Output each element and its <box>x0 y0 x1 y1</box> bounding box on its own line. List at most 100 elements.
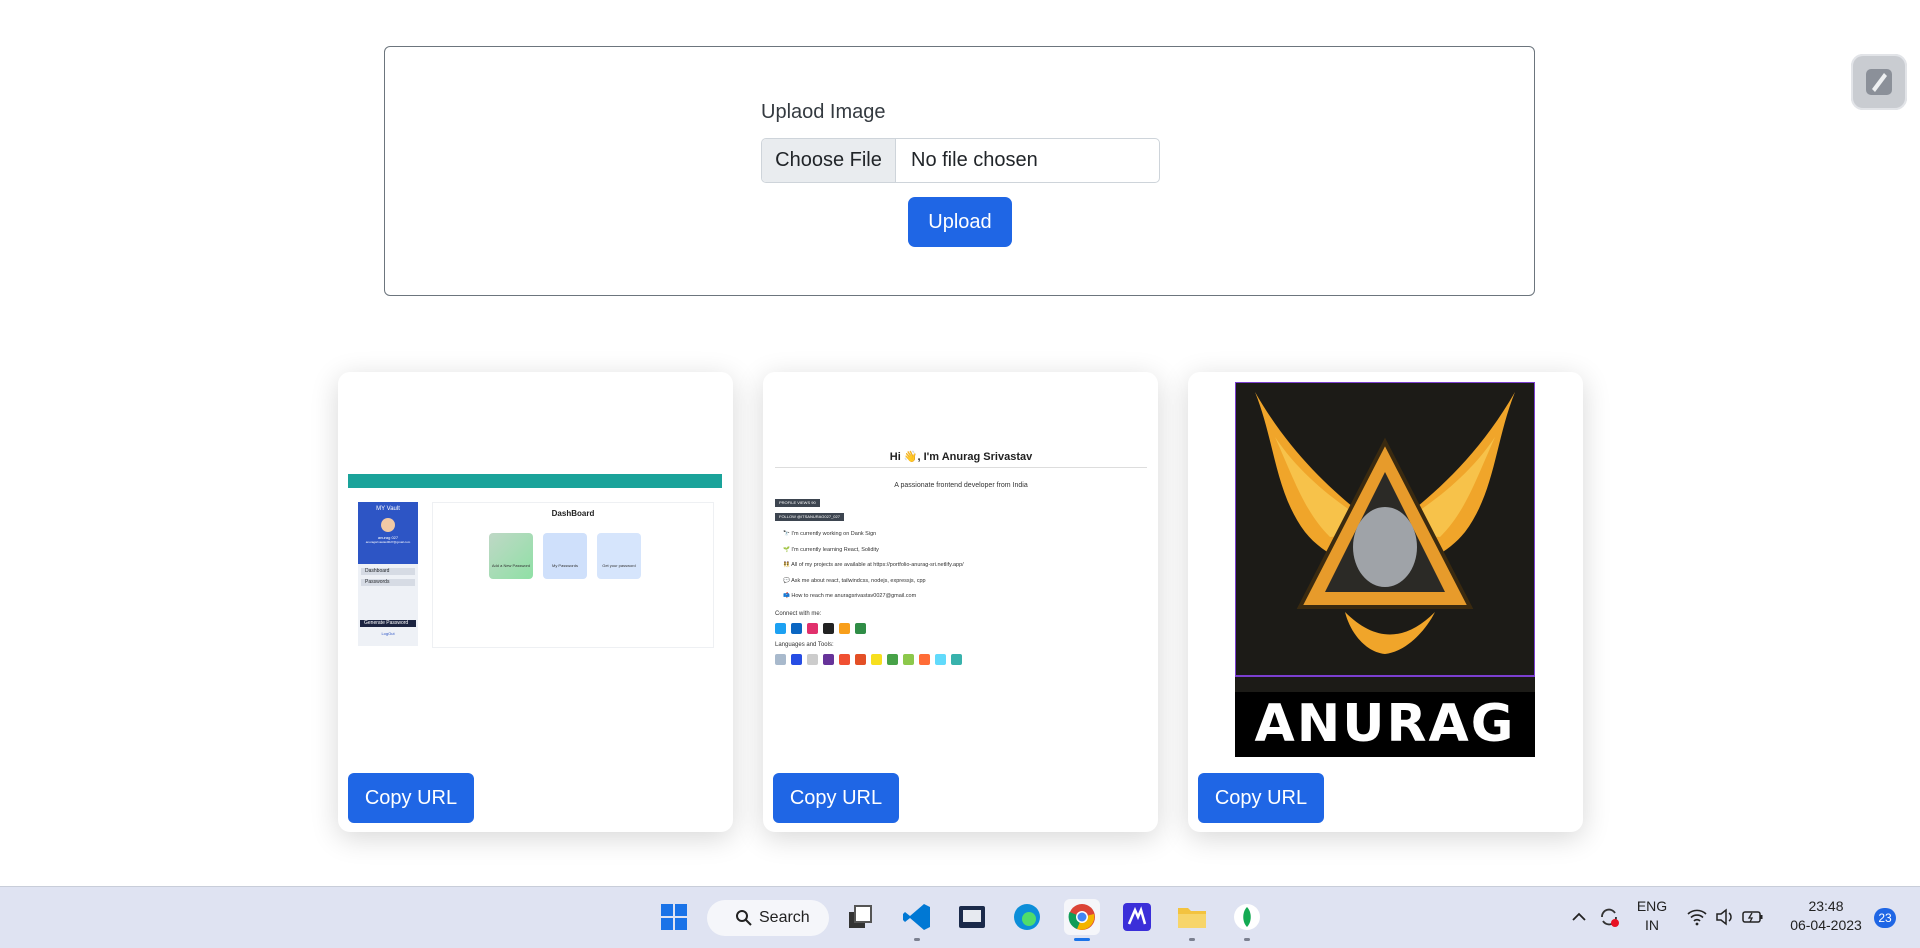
list-item: 🔭 I'm currently working on Dank Sign <box>783 531 877 537</box>
list-item: 🌱 I'm currently learning React, Solidity <box>783 546 879 553</box>
thumb-sidebar: MY Vault anurag 027 anuragsrivastav0027@… <box>358 502 418 646</box>
avatar <box>381 518 395 532</box>
region-code: IN <box>1645 917 1659 933</box>
thumb-app-name: MY Vault <box>376 506 400 512</box>
task-view-button[interactable] <box>842 899 878 935</box>
taskbar-search[interactable]: Search <box>707 900 829 936</box>
battery-button[interactable] <box>1738 899 1768 935</box>
nodejs-icon <box>903 653 914 665</box>
thumb-tile-add: Add a New Password <box>489 533 533 579</box>
running-indicator <box>1244 938 1250 941</box>
task-view-icon <box>849 905 872 928</box>
search-icon <box>736 910 752 926</box>
thumb-generate: Generate Password <box>360 620 416 627</box>
thumb-title: DashBoard <box>551 509 595 518</box>
linkedin-icon <box>791 622 802 634</box>
geeksforgeeks-icon <box>855 622 866 634</box>
copy-url-button[interactable]: Copy URL <box>773 773 899 823</box>
mimo-icon <box>1123 903 1151 931</box>
search-label: Search <box>759 909 810 926</box>
thumb-tile-get: Get your password <box>597 533 641 579</box>
file-status: No file chosen <box>911 149 1038 171</box>
active-indicator <box>1074 938 1090 941</box>
copy-url-button[interactable]: Copy URL <box>1198 773 1324 823</box>
image-app-icon <box>959 906 985 928</box>
wifi-icon <box>1687 909 1707 926</box>
express-icon <box>807 653 818 665</box>
file-explorer-taskbar[interactable] <box>1174 899 1210 935</box>
chrome-icon <box>1068 904 1095 930</box>
start-button[interactable] <box>656 899 692 935</box>
clock-time: 23:48 <box>1808 898 1844 914</box>
show-hidden-icons-button[interactable] <box>1562 899 1596 935</box>
chrome-taskbar[interactable] <box>1064 899 1100 935</box>
volume-button[interactable] <box>1710 899 1740 935</box>
divider <box>775 467 1147 468</box>
notification-badge[interactable]: 23 <box>1874 908 1896 928</box>
sync-icon <box>1601 908 1619 927</box>
tool-icons <box>775 653 1147 665</box>
javascript-icon <box>871 653 882 665</box>
edge-icon <box>1014 904 1040 930</box>
image-card-1: MY Vault anurag 027 anuragsrivastav0027@… <box>338 372 733 832</box>
running-indicator <box>1189 938 1195 941</box>
css-icon <box>791 653 802 665</box>
clock-date: 06-04-2023 <box>1790 917 1862 933</box>
mongodb-taskbar[interactable] <box>1229 899 1265 935</box>
floating-app-icon[interactable] <box>1851 54 1907 110</box>
thumb-nav-dashboard: Dashboard <box>361 568 415 575</box>
list-item: 📫 How to reach me anuragsrivastav0027@gm… <box>783 593 917 599</box>
logo-text: ANURAG <box>1235 692 1535 757</box>
language-indicator[interactable]: ENG IN <box>1636 898 1668 933</box>
github-icon <box>823 622 834 634</box>
thumb-sidebar-header: MY Vault anurag 027 anuragsrivastav0027@… <box>358 502 418 564</box>
thumb-main: DashBoard Add a New Password My Password… <box>432 502 714 648</box>
app-taskbar[interactable] <box>1119 899 1155 935</box>
edge-taskbar[interactable] <box>1009 899 1045 935</box>
sync-tray-button[interactable] <box>1592 899 1626 935</box>
languages-heading: Languages and Tools: <box>775 641 834 648</box>
wifi-button[interactable] <box>1682 899 1712 935</box>
file-input[interactable]: Choose File No file chosen <box>761 138 1160 183</box>
folder-icon <box>1178 908 1206 928</box>
mongodb-icon <box>887 653 898 665</box>
battery-icon <box>1742 911 1763 923</box>
list-item: 💬 Ask me about react, tailwindcss, nodej… <box>783 577 926 584</box>
photos-taskbar[interactable] <box>954 899 990 935</box>
social-icons <box>775 622 1147 634</box>
tailwind-icon <box>951 653 962 665</box>
pen-icon <box>1866 69 1892 95</box>
dashboard-thumbnail: MY Vault anurag 027 anuragsrivastav0027@… <box>348 474 722 650</box>
thumb-subtitle: A passionate frontend developer from Ind… <box>894 482 1028 489</box>
thumb-title: Hi 👋, I'm Anurag Srivastav <box>889 451 1033 463</box>
list-item: 👯 All of my projects are available at ht… <box>783 562 964 568</box>
twitter-icon <box>775 622 786 634</box>
choose-file-button[interactable]: Choose File <box>762 139 896 182</box>
winged-knight-logo <box>1235 382 1535 677</box>
speaker-icon <box>1716 908 1732 926</box>
thumb-tile-my: My Passwords <box>543 533 587 579</box>
browser-bar <box>348 474 722 488</box>
gatsby-icon <box>823 653 834 665</box>
c-icon <box>775 653 786 665</box>
taskbar: Search ENG IN 23:48 06-04-2023 23 <box>0 886 1920 948</box>
instagram-icon <box>807 622 818 634</box>
clock[interactable]: 23:48 06-04-2023 <box>1780 898 1872 933</box>
vscode-icon <box>903 904 930 930</box>
html-icon <box>855 653 866 665</box>
windows-icon <box>661 904 687 930</box>
upload-button[interactable]: Upload <box>908 197 1012 247</box>
running-indicator <box>914 938 920 941</box>
upload-label: Uplaod Image <box>761 101 886 123</box>
thumb-nav-passwords: Passwords <box>361 579 415 586</box>
vscode-taskbar[interactable] <box>899 899 935 935</box>
connect-heading: Connect with me: <box>775 610 822 617</box>
image-card-2: Hi 👋, I'm Anurag Srivastav A passionate … <box>763 372 1158 832</box>
copy-url-button[interactable]: Copy URL <box>348 773 474 823</box>
stackoverflow-icon <box>839 622 850 634</box>
thumb-logout: LogOut <box>381 631 395 636</box>
profile-views-badge: PROFILE VIEWS 90 <box>775 499 820 507</box>
logo-thumbnail: ANURAG <box>1235 382 1535 757</box>
language-code: ENG <box>1636 898 1668 914</box>
leaf-icon <box>1234 904 1260 930</box>
